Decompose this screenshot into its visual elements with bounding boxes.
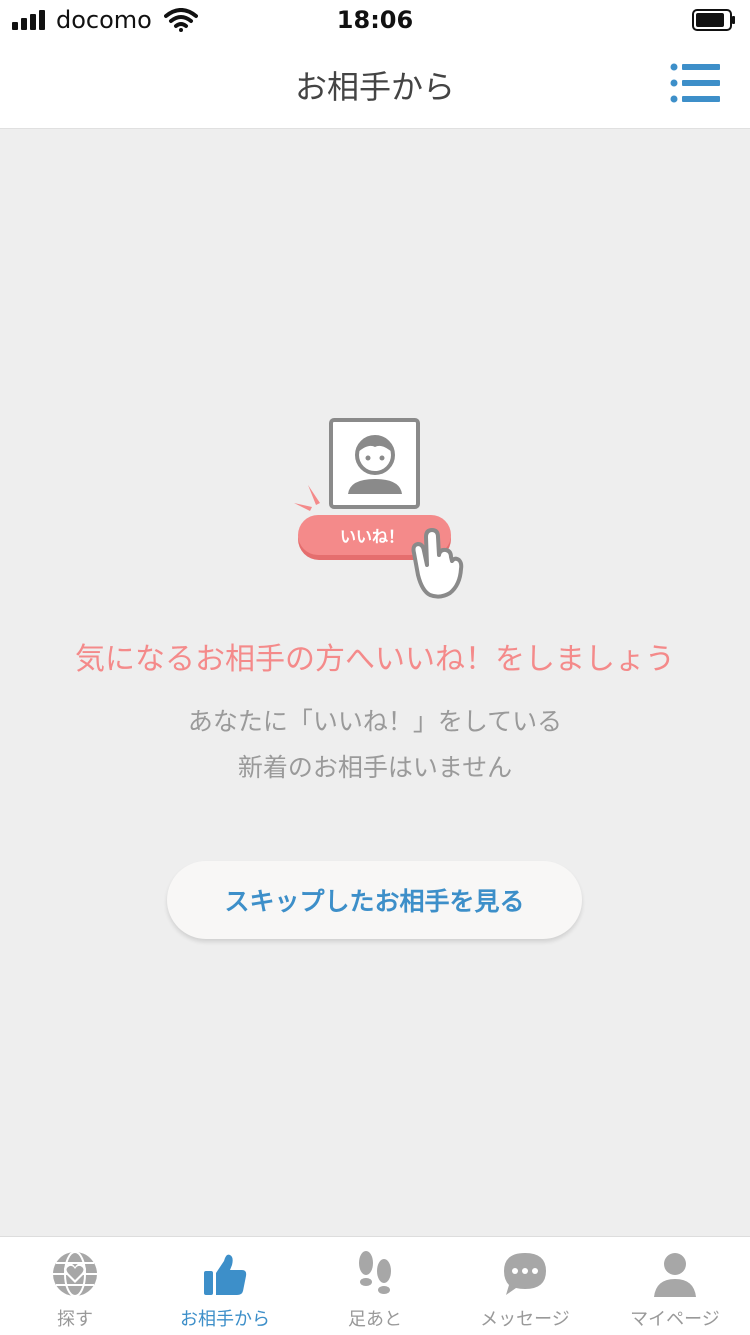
profile-photo-icon bbox=[329, 418, 420, 509]
list-menu-icon[interactable] bbox=[670, 62, 720, 104]
tab-bar: 探す お相手から 足あと メッセージ マイページ bbox=[0, 1236, 750, 1335]
view-skipped-button[interactable]: スキップしたお相手を見る bbox=[167, 861, 582, 939]
tab-search[interactable]: 探す bbox=[0, 1237, 150, 1335]
tab-label: お相手から bbox=[180, 1309, 270, 1330]
status-time: 18:06 bbox=[336, 6, 414, 34]
tab-label: 足あと bbox=[348, 1309, 402, 1330]
status-bar: docomo 18:06 bbox=[0, 0, 750, 40]
page-title: お相手から bbox=[294, 68, 455, 106]
tab-footprints[interactable]: 足あと bbox=[300, 1237, 450, 1335]
battery-icon bbox=[692, 9, 735, 31]
empty-state-title: 気になるお相手の方へいいね！をしましょう bbox=[75, 642, 675, 677]
tab-label: メッセージ bbox=[480, 1309, 570, 1330]
chat-bubble-icon bbox=[504, 1253, 546, 1295]
thumbs-up-icon bbox=[204, 1254, 247, 1295]
globe-heart-icon bbox=[53, 1251, 97, 1297]
view-skipped-button-label: スキップしたお相手を見る bbox=[224, 887, 525, 916]
tab-likes-received[interactable]: お相手から bbox=[150, 1237, 300, 1335]
empty-state-subtitle-line2: 新着のお相手はいません bbox=[237, 753, 513, 782]
nav-bar: お相手から bbox=[0, 40, 750, 129]
like-badge-label: いいね！ bbox=[340, 527, 404, 546]
footprints-icon bbox=[359, 1251, 391, 1294]
tab-label: 探す bbox=[57, 1309, 93, 1330]
tab-label: マイページ bbox=[630, 1309, 720, 1330]
like-illustration: いいね！ bbox=[294, 418, 464, 599]
person-icon bbox=[654, 1253, 696, 1297]
tab-messages[interactable]: メッセージ bbox=[450, 1237, 600, 1335]
tab-mypage[interactable]: マイページ bbox=[600, 1237, 750, 1335]
empty-state-subtitle-line1: あなたに「いいね！」をしている bbox=[187, 707, 563, 736]
